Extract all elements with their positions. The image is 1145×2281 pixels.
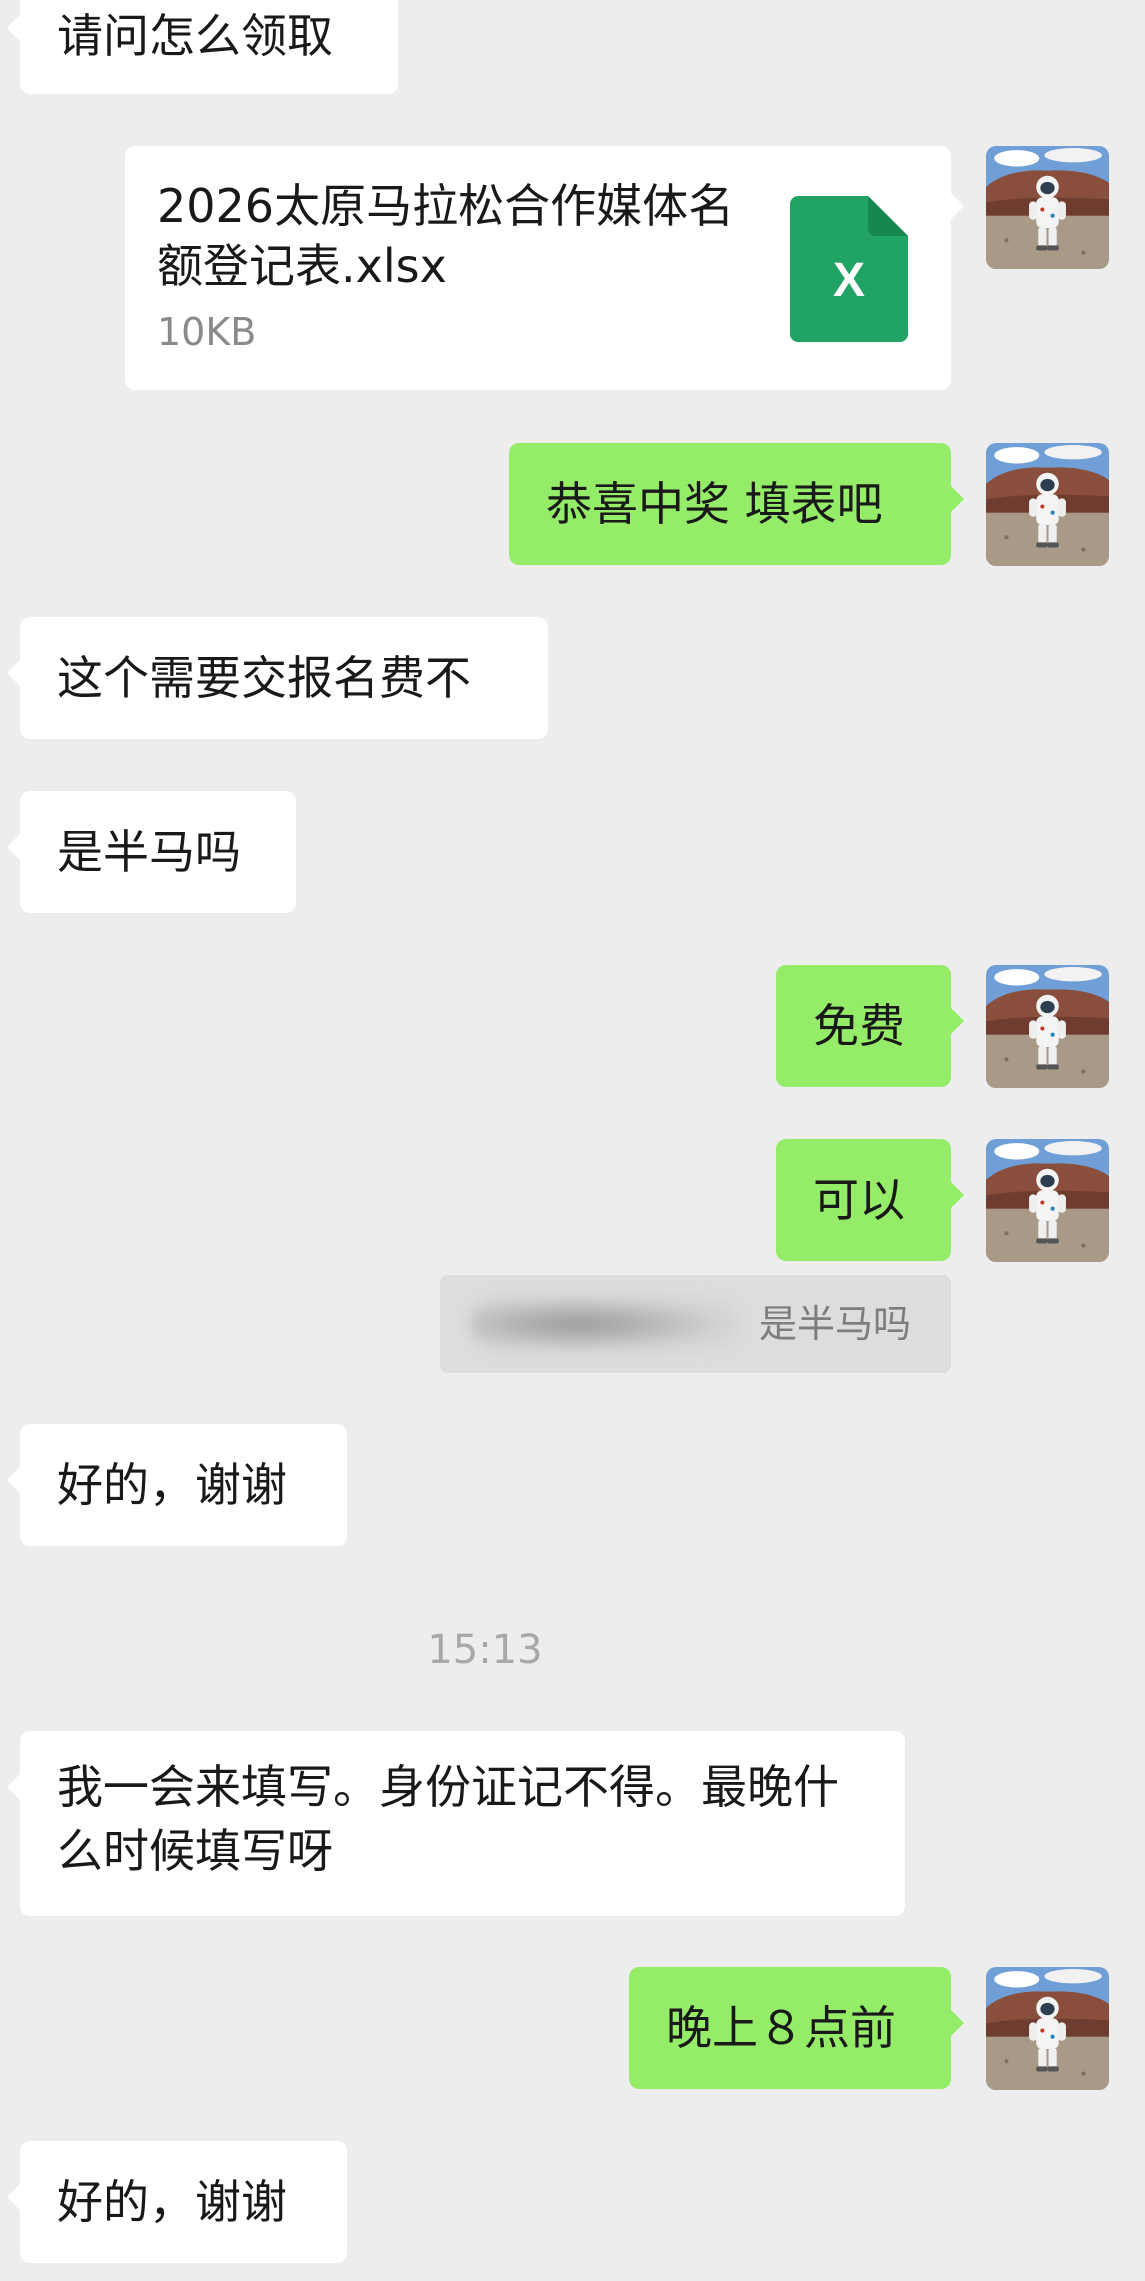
timestamp: 15:13 — [427, 1627, 543, 1673]
message-bubble-incoming[interactable]: 是半马吗 — [7, 791, 296, 913]
user-avatar[interactable] — [986, 1967, 1109, 2090]
message-text: 我一会来填写。身份证记不得。最晚什么时候填写呀 — [57, 1760, 839, 1878]
message-bubble-incoming[interactable]: 请问怎么领取 — [7, 0, 398, 94]
message-text: 请问怎么领取 — [57, 9, 333, 63]
message-text: 可以 — [813, 1173, 905, 1227]
message-text: 这个需要交报名费不 — [57, 651, 471, 705]
message-bubble-incoming[interactable]: 好的，谢谢 — [7, 2141, 347, 2263]
file-size: 10KB — [157, 310, 257, 354]
message-bubble-incoming[interactable]: 好的，谢谢 — [7, 1424, 347, 1546]
message-text: 好的，谢谢 — [57, 2175, 287, 2229]
message-bubble-incoming[interactable]: 我一会来填写。身份证记不得。最晚什么时候填写呀 — [7, 1731, 905, 1916]
quoted-text: 是半马吗 — [758, 1302, 911, 1346]
user-avatar[interactable] — [986, 965, 1109, 1088]
excel-icon-letter: X — [833, 254, 865, 307]
user-avatar[interactable] — [986, 443, 1109, 566]
user-avatar[interactable] — [986, 146, 1109, 269]
blurred-sender-name — [470, 1295, 740, 1353]
excel-file-icon: X — [790, 196, 908, 342]
message-text: 好的，谢谢 — [57, 1458, 287, 1512]
message-text: 晚上８点前 — [666, 2001, 896, 2055]
message-text: 免费 — [813, 999, 905, 1053]
message-text: 恭喜中奖 填表吧 — [546, 477, 883, 531]
message-bubble-outgoing[interactable]: 免费 — [776, 965, 964, 1087]
message-bubble-outgoing[interactable]: 可以 — [776, 1139, 964, 1261]
message-bubble-incoming[interactable]: 这个需要交报名费不 — [7, 617, 548, 739]
message-bubble-outgoing[interactable]: 恭喜中奖 填表吧 — [509, 443, 964, 565]
message-bubble-outgoing[interactable]: 晚上８点前 — [629, 1967, 964, 2089]
file-name: 2026太原马拉松合作媒体名额登记表.xlsx — [157, 179, 735, 293]
quoted-message[interactable]: 是半马吗 — [440, 1275, 951, 1373]
message-text: 是半马吗 — [57, 825, 241, 879]
user-avatar[interactable] — [986, 1139, 1109, 1262]
file-attachment-card[interactable]: 2026太原马拉松合作媒体名额登记表.xlsx 10KB X — [125, 146, 964, 390]
